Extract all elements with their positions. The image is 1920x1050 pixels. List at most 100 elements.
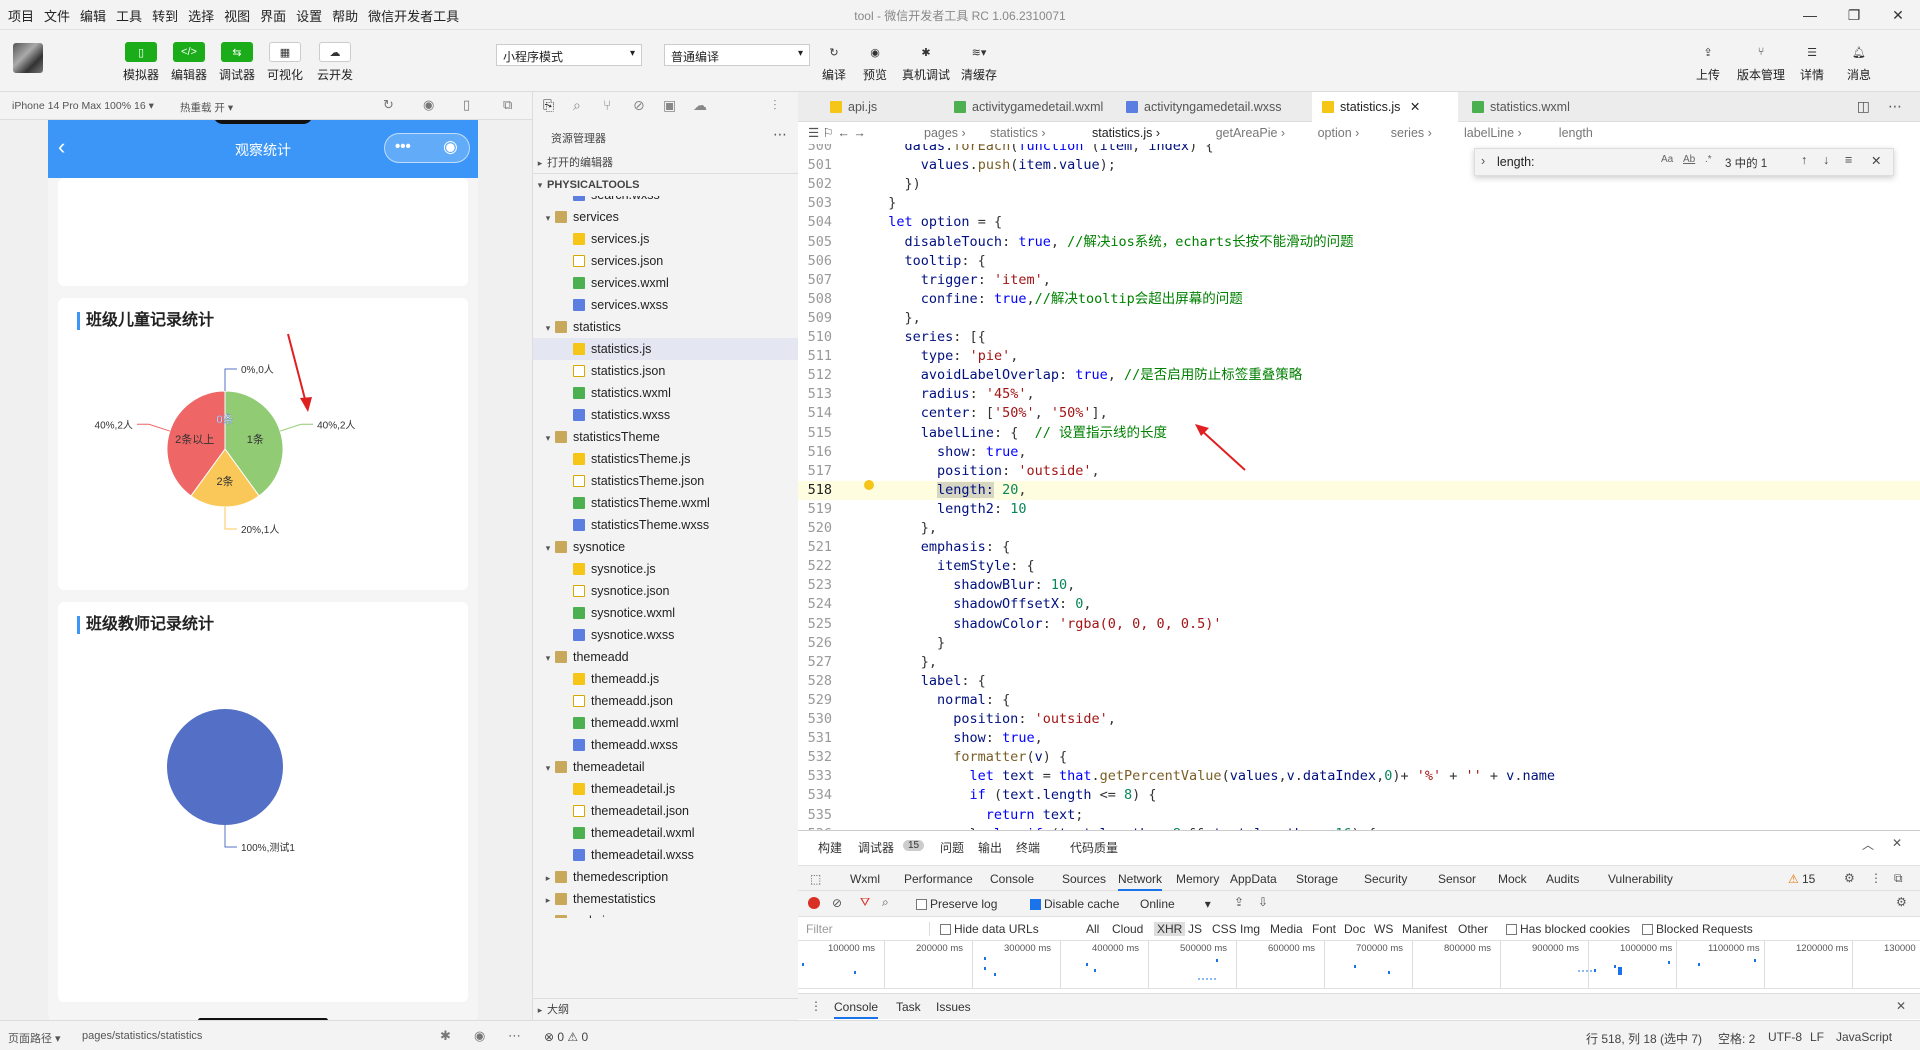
folder-item[interactable]: ▸ webview [533,910,799,918]
breadcrumb-item[interactable]: series › [1391,122,1432,144]
open-editors-section[interactable]: ▸ 打开的编辑器 [533,152,799,174]
filter-icon[interactable]: ⛛ [860,895,870,910]
code-line[interactable]: 506 tooltip: { [798,252,1920,271]
file-item[interactable]: statistics.wxss [533,404,799,426]
breadcrumb-item[interactable]: labelLine › [1464,122,1522,144]
more-icon[interactable]: ••• [395,138,411,155]
file-item[interactable]: sysnotice.json [533,580,799,602]
devtools-panel-tab[interactable]: Sensor [1438,872,1476,886]
devtools-top-tab[interactable]: 终端 [1016,839,1040,856]
previous-match-icon[interactable]: ↑ [1801,153,1807,167]
code-line[interactable]: 524 shadowOffsetX: 0, [798,595,1920,614]
record-icon[interactable] [808,897,820,909]
lightbulb-icon[interactable] [864,480,874,490]
file-item[interactable]: statisticsTheme.json [533,470,799,492]
breadcrumb-item[interactable]: statistics › [990,122,1046,144]
devtools-panel-tab[interactable]: Wxml [850,872,880,886]
upload-button[interactable]: ⇪ 上传 [1689,42,1727,83]
code-line[interactable]: 514 center: ['50%', '50%'], [798,404,1920,423]
file-item[interactable]: themeadd.wxss [533,734,799,756]
file-item[interactable]: themeadd.json [533,690,799,712]
folder-item[interactable]: ▾ statisticsTheme [533,426,799,448]
cloud-icon[interactable]: ☁ [693,97,707,114]
devtools-top-tab[interactable]: 构建 [818,839,842,856]
code-line[interactable]: 507 trigger: 'item', [798,271,1920,290]
code-line[interactable]: 527 }, [798,653,1920,672]
file-item[interactable]: statisticsTheme.js [533,448,799,470]
file-item[interactable]: sysnotice.wxss [533,624,799,646]
devtools-panel-tab[interactable]: Network [1118,872,1163,891]
close-find-icon[interactable]: ✕ [1871,153,1881,168]
clear-icon[interactable]: ⊘ [832,896,842,910]
simulator-button[interactable]: ▯ 模拟器 [122,42,160,83]
preview-button[interactable]: ◉ 预览 [856,42,894,83]
throttle-select[interactable]: Online ▾ [1140,897,1211,911]
compile-button[interactable]: ↻ 编译 [815,42,853,83]
expand-replace-icon[interactable]: › [1481,154,1485,168]
file-item[interactable]: themeadd.wxml [533,712,799,734]
code-line[interactable]: 519 length2: 10 [798,500,1920,519]
debug-icon[interactable]: ⊘ [633,97,645,114]
type-filter[interactable]: Font [1312,922,1336,936]
problems-count[interactable]: ⊗ 0 ⚠ 0 [544,1030,588,1044]
close-icon[interactable]: ✕ [1876,0,1920,30]
code-line[interactable]: 522 itemStyle: { [798,557,1920,576]
code-line[interactable]: 504 let option = { [798,213,1920,232]
code-line[interactable]: 521 emphasis: { [798,538,1920,557]
devtools-top-tab[interactable]: 问题 [940,839,964,856]
type-filter[interactable]: WS [1374,922,1393,936]
export-icon[interactable]: ⇩ [1258,895,1268,909]
code-line[interactable]: 534 if (text.length <= 8) { [798,786,1920,805]
folder-item[interactable]: ▾ themeadetail [533,756,799,778]
code-line[interactable]: 511 type: 'pie', [798,347,1920,366]
indentation[interactable]: 空格: 2 [1718,1030,1755,1047]
file-item[interactable]: statistics.js [533,338,799,360]
outline-section[interactable]: ▸ 大纲 [533,998,799,1020]
file-item[interactable]: services.js [533,228,799,250]
folder-item[interactable]: ▸ themestatistics [533,888,799,910]
devtools-panel-tab[interactable]: Console [990,872,1034,886]
code-line[interactable]: 532 formatter(v) { [798,748,1920,767]
devtools-panel-tab[interactable]: Memory [1176,872,1219,886]
breadcrumb-item[interactable]: length [1559,122,1593,144]
code-editor[interactable]: 500 datas.forEach(function (item, index)… [798,144,1920,830]
page-path-label[interactable]: 页面路径 ▾ [8,1030,61,1046]
cloud-button[interactable]: ☁ 云开发 [316,42,354,83]
detach-icon[interactable]: ⧉ [503,97,512,113]
devtools-panel-tab[interactable]: Performance [904,872,973,886]
code-line[interactable]: 509 }, [798,309,1920,328]
folder-item[interactable]: ▾ sysnotice [533,536,799,558]
type-filter[interactable]: Media [1270,922,1303,936]
file-item[interactable]: services.wxss [533,294,799,316]
extensions-icon[interactable]: ▣ [663,97,676,114]
language-mode[interactable]: JavaScript [1836,1030,1892,1044]
visual-button[interactable]: ▦ 可视化 [266,42,304,83]
match-case-icon[interactable]: Aa [1661,154,1673,165]
code-line[interactable]: 535 return text; [798,806,1920,825]
debugger-button[interactable]: ⇆ 调试器 [218,42,256,83]
messages-button[interactable]: 🔔︎ 消息 [1840,42,1878,83]
code-line[interactable]: 529 normal: { [798,691,1920,710]
split-icon[interactable]: ⫶ [773,97,777,114]
hot-reload-toggle[interactable]: 热重载 开 ▾ [180,100,233,115]
type-filter[interactable]: XHR [1154,922,1186,936]
file-item[interactable]: themeadetail.js [533,778,799,800]
record-icon[interactable]: ◉ [423,97,434,113]
drawer-menu-icon[interactable]: ⋮ [810,999,822,1013]
version-button[interactable]: ⑂ 版本管理 [1737,42,1785,83]
editor-tab[interactable]: statistics.js ✕ [1312,92,1458,122]
inspect-icon[interactable]: ⬚ [810,872,821,886]
devtools-panel-tab[interactable]: AppData [1230,872,1277,886]
folder-item[interactable]: ▾ themeadd [533,646,799,668]
file-item[interactable]: statisticsTheme.wxml [533,492,799,514]
drawer-tab[interactable]: Issues [936,1000,971,1014]
has-blocked-cookies-checkbox[interactable]: Has blocked cookies [1506,922,1630,936]
device-select[interactable]: iPhone 14 Pro Max 100% 16 ▾ [12,100,154,112]
more-icon[interactable]: ⋯ [508,1028,521,1044]
file-item[interactable]: themeadd.js [533,668,799,690]
line-ending[interactable]: LF [1810,1030,1824,1044]
type-filter[interactable]: Cloud [1112,922,1143,936]
collapse-icon[interactable]: ︿ [1862,836,1874,853]
regex-icon[interactable]: .* [1705,154,1712,165]
settings-icon[interactable]: ⚙ [1844,871,1855,885]
